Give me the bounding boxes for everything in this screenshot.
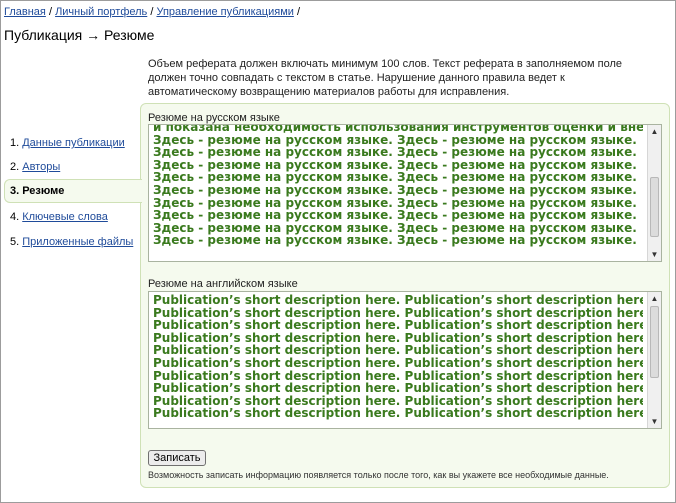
russian-line: Здесь - резюме на русском языке. Здесь -… bbox=[153, 208, 637, 223]
save-hint: Возможность записать информацию появляет… bbox=[148, 470, 609, 480]
scroll-thumb[interactable] bbox=[650, 177, 659, 237]
breadcrumb-home[interactable]: Главная bbox=[4, 6, 46, 18]
abstract-notice: Объем реферата должен включать минимум 1… bbox=[148, 58, 623, 98]
nav-item-attached-files: 5. Приложенные файлы bbox=[10, 236, 134, 248]
russian-line: Здесь - резюме на русском языке. Здесь -… bbox=[153, 182, 637, 197]
scroll-down-arrow-icon[interactable]: ▼ bbox=[649, 249, 660, 260]
scroll-thumb[interactable] bbox=[650, 306, 659, 378]
nav-item-summary-label: 3. Резюме bbox=[10, 185, 65, 197]
nav-item-authors: 2. Авторы bbox=[10, 161, 61, 173]
english-line: Publication’s short description here. Pu… bbox=[153, 406, 643, 420]
scroll-up-arrow-icon[interactable]: ▲ bbox=[649, 126, 660, 137]
scroll-down-arrow-icon[interactable]: ▼ bbox=[649, 416, 660, 427]
english-line: Publication’s short description here. Pu… bbox=[153, 318, 643, 333]
russian-summary-textarea[interactable]: и показана необходимость использования и… bbox=[148, 124, 662, 262]
english-scrollbar[interactable]: ▲ ▼ bbox=[647, 292, 661, 428]
english-summary-textarea[interactable]: Publication’s short description here. Pu… bbox=[148, 291, 662, 429]
breadcrumb-portfolio[interactable]: Личный портфель bbox=[55, 6, 147, 18]
nav-item-publication-data: 1. Данные публикации bbox=[10, 137, 125, 149]
nav-link-attached-files[interactable]: Приложенные файлы bbox=[22, 236, 133, 248]
english-summary-label: Резюме на английском языке bbox=[148, 278, 298, 290]
english-line: Publication’s short description here. Pu… bbox=[153, 355, 643, 370]
nav-item-keywords: 4. Ключевые слова bbox=[10, 211, 108, 223]
breadcrumb-separator: / bbox=[48, 6, 52, 18]
nav-item-summary-active: 3. Резюме bbox=[4, 179, 142, 203]
nav-link-publication-data[interactable]: Данные публикации bbox=[22, 137, 125, 149]
russian-line: Здесь - резюме на русском языке. Здесь -… bbox=[153, 145, 637, 160]
nav-link-keywords[interactable]: Ключевые слова bbox=[22, 211, 108, 223]
russian-scrollbar[interactable]: ▲ ▼ bbox=[647, 125, 661, 261]
scroll-up-arrow-icon[interactable]: ▲ bbox=[649, 293, 660, 304]
nav-link-authors[interactable]: Авторы bbox=[22, 161, 60, 173]
english-line: Publication’s short description here. Pu… bbox=[153, 381, 643, 396]
russian-line: Здесь - резюме на русском языке. Здесь -… bbox=[153, 233, 637, 247]
breadcrumb-manage[interactable]: Управление публикациями bbox=[156, 6, 293, 18]
english-line: Publication’s short description here. Pu… bbox=[153, 294, 643, 307]
breadcrumb-separator: / bbox=[150, 6, 154, 18]
save-button[interactable]: Записать bbox=[148, 450, 206, 466]
page-title: Публикация → Резюме bbox=[4, 27, 155, 43]
breadcrumb-separator: / bbox=[296, 6, 301, 18]
breadcrumb: Главная / Личный портфель / Управление п… bbox=[4, 6, 300, 18]
russian-summary-label: Резюме на русском языке bbox=[148, 112, 280, 124]
